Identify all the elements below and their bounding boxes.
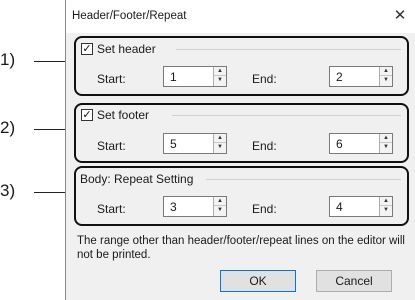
header-end-spinner[interactable]: 2 ▲ ▼: [329, 66, 393, 87]
header-end-value[interactable]: 2: [336, 70, 343, 84]
ok-button[interactable]: OK: [220, 270, 296, 292]
window-title: Header/Footer/Repeat: [72, 10, 187, 22]
close-icon[interactable]: ✕: [391, 6, 409, 24]
footer-start-label: Start:: [97, 139, 126, 153]
body-start-value[interactable]: 3: [170, 200, 177, 214]
spin-down-icon[interactable]: ▼: [214, 143, 226, 152]
spin-up-icon[interactable]: ▲: [214, 197, 226, 206]
footer-end-value[interactable]: 6: [336, 137, 343, 151]
body-group-label: Body: Repeat Setting: [80, 172, 194, 186]
body-end-spinner[interactable]: 4 ▲ ▼: [329, 196, 393, 217]
spin-up-icon[interactable]: ▲: [214, 134, 226, 143]
set-footer-checkbox[interactable]: ✓: [81, 109, 93, 121]
title-bar: Header/Footer/Repeat ✕: [66, 0, 415, 33]
header-group-line: [176, 49, 401, 50]
footer-end-label: End:: [252, 139, 277, 153]
footer-start-spinner[interactable]: 5 ▲ ▼: [163, 133, 227, 154]
body-start-label: Start:: [97, 202, 126, 216]
spin-down-icon[interactable]: ▼: [380, 206, 392, 215]
header-start-value[interactable]: 1: [170, 70, 177, 84]
footer-start-value[interactable]: 5: [170, 137, 177, 151]
set-footer-label[interactable]: Set footer: [97, 108, 149, 122]
header-footer-repeat-dialog: Header/Footer/Repeat ✕ ✓ Set header Star…: [65, 0, 415, 300]
spin-up-icon[interactable]: ▲: [380, 197, 392, 206]
set-header-checkbox[interactable]: ✓: [81, 43, 93, 55]
body-end-label: End:: [252, 202, 277, 216]
info-note: The range other than header/footer/repea…: [77, 235, 405, 261]
header-start-spinner[interactable]: 1 ▲ ▼: [163, 66, 227, 87]
body-end-value[interactable]: 4: [336, 200, 343, 214]
footer-end-spinner[interactable]: 6 ▲ ▼: [329, 133, 393, 154]
cancel-button[interactable]: Cancel: [316, 270, 392, 292]
header-end-label: End:: [252, 72, 277, 86]
spin-up-icon[interactable]: ▲: [380, 134, 392, 143]
header-start-label: Start:: [97, 72, 126, 86]
body-start-spinner[interactable]: 3 ▲ ▼: [163, 196, 227, 217]
spin-down-icon[interactable]: ▼: [380, 143, 392, 152]
callout-3: 3): [0, 181, 16, 200]
spin-up-icon[interactable]: ▲: [380, 67, 392, 76]
footer-group-line: [172, 115, 401, 116]
callout-2: 2): [0, 118, 16, 137]
spin-down-icon[interactable]: ▼: [380, 76, 392, 85]
callout-1: 1): [0, 50, 16, 69]
spin-down-icon[interactable]: ▼: [214, 76, 226, 85]
spin-down-icon[interactable]: ▼: [214, 206, 226, 215]
body-group-line: [206, 179, 401, 180]
set-header-label[interactable]: Set header: [97, 42, 156, 56]
spin-up-icon[interactable]: ▲: [214, 67, 226, 76]
